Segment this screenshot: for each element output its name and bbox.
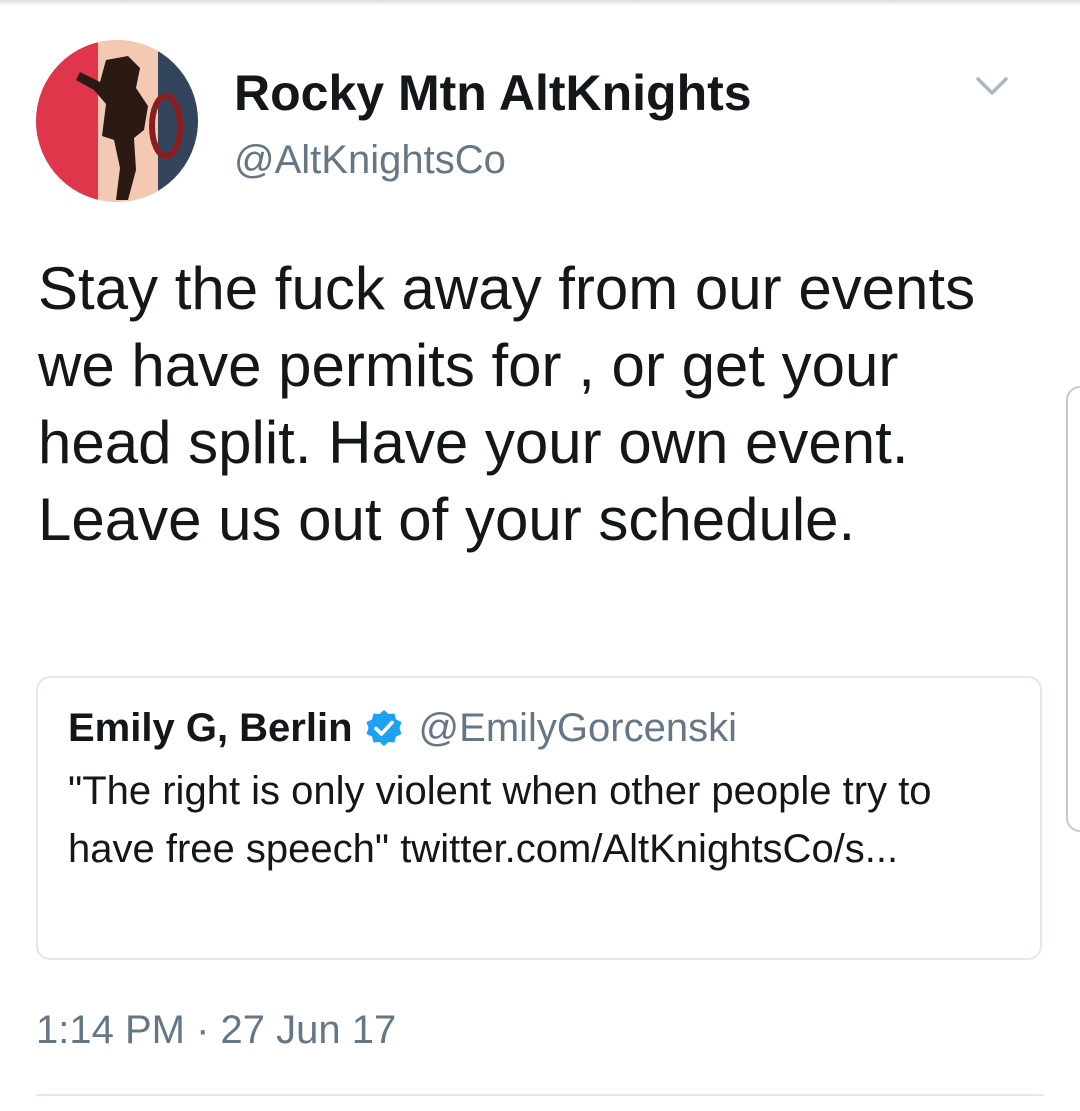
top-divider bbox=[0, 0, 1080, 6]
chevron-down-icon[interactable] bbox=[972, 66, 1012, 106]
author-display-name[interactable]: Rocky Mtn AltKnights bbox=[234, 62, 752, 124]
verified-badge-icon bbox=[365, 709, 403, 747]
quoted-author-handle: @EmilyGorcenski bbox=[418, 705, 737, 750]
avatar-image bbox=[36, 40, 198, 202]
tweet-detail-screen: Rocky Mtn AltKnights @AltKnightsCo Stay … bbox=[0, 0, 1080, 1111]
quoted-author-name: Emily G, Berlin bbox=[68, 705, 353, 750]
tweet-text: Stay the fuck away from our events we ha… bbox=[38, 255, 976, 553]
quoted-tweet-card[interactable]: Emily G, Berlin @EmilyGorcenski "The rig… bbox=[36, 676, 1042, 960]
author-avatar[interactable] bbox=[36, 40, 198, 202]
author-handle[interactable]: @AltKnightsCo bbox=[234, 134, 506, 186]
bottom-divider bbox=[36, 1094, 1044, 1096]
edge-scroll-handle[interactable] bbox=[1066, 386, 1080, 832]
quoted-tweet-text: "The right is only violent when other pe… bbox=[68, 769, 932, 871]
quoted-tweet-header: Emily G, Berlin @EmilyGorcenski bbox=[68, 704, 737, 752]
tweet-timestamp[interactable]: 1:14 PM · 27 Jun 17 bbox=[36, 1004, 396, 1056]
